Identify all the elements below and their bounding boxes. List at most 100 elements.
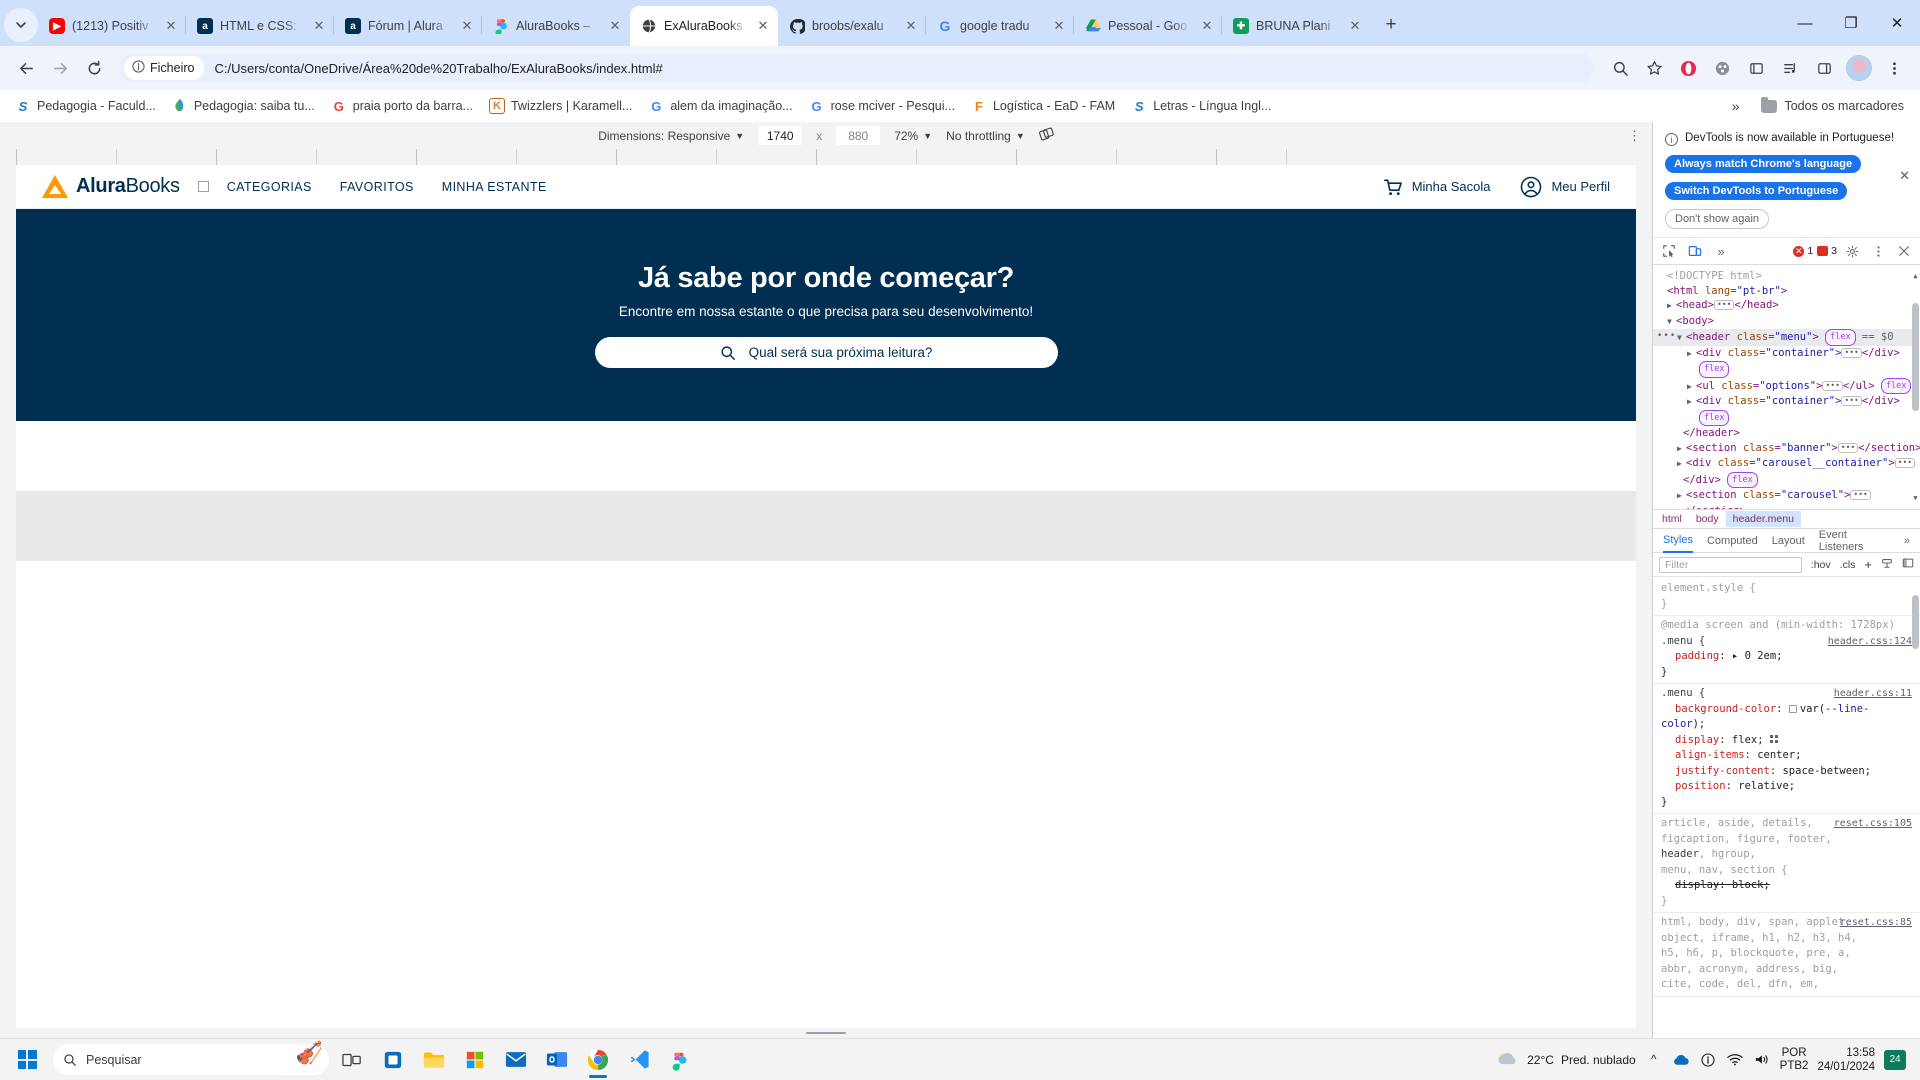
- zoom-search-icon[interactable]: [1604, 52, 1636, 84]
- dom-tree[interactable]: <!DOCTYPE html> <html lang="pt-br"> ▶ <he…: [1653, 265, 1920, 509]
- tab-event-listeners[interactable]: Event Listeners: [1819, 529, 1890, 553]
- inspect-element-icon[interactable]: [1658, 241, 1680, 261]
- breadcrumb-body[interactable]: body: [1689, 511, 1726, 527]
- start-button[interactable]: [6, 1040, 48, 1080]
- tray-chevron-up-icon[interactable]: ^: [1645, 1054, 1663, 1066]
- collapse-triangle-icon[interactable]: ▼: [1667, 315, 1676, 330]
- collapsed-content-icon[interactable]: •••: [1841, 396, 1862, 406]
- nav-item-favoritos[interactable]: FAVORITOS: [340, 180, 414, 194]
- gear-icon[interactable]: [1841, 241, 1863, 261]
- new-style-rule-icon[interactable]: +: [1864, 557, 1872, 572]
- nav-item-minha-estante[interactable]: MINHA ESTANTE: [442, 180, 547, 194]
- bookmark-alem-imaginacao[interactable]: G alem da imaginação...: [641, 95, 799, 117]
- rotate-device-icon[interactable]: [1038, 126, 1054, 145]
- devtools-kebab-icon[interactable]: [1867, 241, 1889, 261]
- property-name[interactable]: align-items: [1661, 748, 1745, 764]
- avatar[interactable]: [1846, 55, 1872, 81]
- clock[interactable]: 13:58 24/01/2024: [1817, 1046, 1875, 1074]
- info-tray-icon[interactable]: [1699, 1052, 1717, 1067]
- tab-computed[interactable]: Computed: [1707, 529, 1758, 553]
- violin-icon[interactable]: 🎻: [296, 1040, 323, 1066]
- dom-scrollbar[interactable]: ▲ ▼: [1912, 269, 1919, 505]
- flex-badge[interactable]: flex: [1727, 471, 1758, 488]
- property-name[interactable]: background-color: [1661, 702, 1776, 718]
- dom-line[interactable]: ▶ <ul class="options"> ••• </ul> flex: [1653, 377, 1918, 395]
- dom-line[interactable]: ▶ <div class="container"> ••• </div>: [1653, 346, 1918, 362]
- viewport-resize-handle[interactable]: [0, 1028, 1652, 1038]
- viewport-height-input[interactable]: 880: [836, 126, 881, 145]
- tab-search-chevron-icon[interactable]: [4, 8, 38, 42]
- property-value[interactable]: ▸ 0 2em;: [1732, 650, 1783, 662]
- profile-link[interactable]: Meu Perfil: [1520, 176, 1610, 198]
- viewport-width-input[interactable]: 1740: [758, 126, 803, 145]
- error-count[interactable]: ✕ 1: [1793, 245, 1813, 257]
- styles-scrollbar-thumb[interactable]: [1912, 595, 1919, 649]
- warning-count[interactable]: 3: [1817, 245, 1837, 257]
- flex-badge[interactable]: flex: [1825, 329, 1856, 346]
- property-name[interactable]: display: [1661, 733, 1719, 749]
- bookmark-logistica-ead-fam[interactable]: F Logística - EaD - FAM: [964, 95, 1122, 117]
- flex-badge[interactable]: flex: [1880, 377, 1912, 394]
- breadcrumb-html[interactable]: html: [1655, 511, 1689, 527]
- property-value[interactable]: space-between;: [1782, 765, 1871, 777]
- tab-google-drive[interactable]: Pessoal - Goo ✕: [1074, 6, 1222, 46]
- rule-source-link[interactable]: reset.css:105: [1834, 816, 1912, 832]
- dom-line[interactable]: <!DOCTYPE html>: [1653, 269, 1918, 284]
- dom-line[interactable]: </div> flex: [1653, 471, 1918, 488]
- bookmark-pedagogia-saiba[interactable]: Pedagogia: saiba tu...: [165, 95, 322, 117]
- tab-html-css[interactable]: a HTML e CSS: ✕: [186, 6, 334, 46]
- tab-google-sheets[interactable]: ✚ BRUNA Plani ✕: [1222, 6, 1370, 46]
- dom-line[interactable]: <html lang="pt-br">: [1653, 284, 1918, 299]
- header-checkbox[interactable]: [197, 181, 209, 192]
- tab-close-icon[interactable]: ✕: [162, 17, 180, 35]
- property-value[interactable]: flex;: [1732, 734, 1764, 746]
- task-view-button[interactable]: [334, 1042, 370, 1078]
- banner-search-input[interactable]: Qual será sua próxima leitura?: [594, 337, 1058, 368]
- collapsed-content-icon[interactable]: •••: [1841, 347, 1862, 358]
- wifi-icon[interactable]: [1726, 1053, 1744, 1066]
- alurabooks-logo[interactable]: AluraBooks: [42, 175, 180, 198]
- expand-triangle-icon[interactable]: ▶: [1687, 347, 1696, 362]
- dom-row-menu-icon[interactable]: •••: [1657, 329, 1676, 344]
- tab-exalurabooks-active[interactable]: ExAluraBooks ✕: [630, 6, 778, 46]
- tab-layout[interactable]: Layout: [1772, 529, 1805, 553]
- volume-icon[interactable]: [1753, 1053, 1771, 1066]
- tab-figma-alurabooks[interactable]: AluraBooks – ✕: [482, 6, 630, 46]
- always-match-language-button[interactable]: Always match Chrome's language: [1665, 155, 1862, 173]
- tab-close-icon[interactable]: ✕: [1198, 17, 1216, 35]
- address-bar[interactable]: Ficheiro C:/Users/conta/OneDrive/Área%20…: [120, 53, 1594, 83]
- property-overridden[interactable]: display: block;: [1661, 878, 1770, 894]
- device-toolbar-toggle-icon[interactable]: [1684, 241, 1706, 261]
- taskbar-app-store[interactable]: [375, 1042, 411, 1078]
- expand-triangle-icon[interactable]: ▶: [1687, 380, 1696, 395]
- tab-close-icon[interactable]: ✕: [902, 17, 920, 35]
- expand-triangle-icon[interactable]: ▶: [1677, 457, 1686, 472]
- dom-line[interactable]: ▶ <div class="container"> ••• </div>: [1653, 394, 1918, 410]
- rule-source-link[interactable]: header.css:124: [1828, 634, 1912, 650]
- window-minimize-button[interactable]: —: [1782, 3, 1828, 43]
- taskbar-chrome[interactable]: [580, 1042, 616, 1078]
- dom-line[interactable]: ▶ <div class="carousel__container"> •••: [1653, 456, 1918, 472]
- style-rule-reset-block[interactable]: article, aside, details, figcaption, figu…: [1653, 814, 1920, 913]
- rule-source-link[interactable]: header.css:11: [1834, 686, 1912, 702]
- notice-close-icon[interactable]: ✕: [1899, 168, 1910, 184]
- forward-icon[interactable]: [44, 52, 76, 84]
- flex-badge[interactable]: flex: [1699, 409, 1730, 426]
- taskbar-figma[interactable]: [662, 1042, 698, 1078]
- hov-toggle[interactable]: :hov: [1811, 559, 1831, 571]
- flex-badge[interactable]: flex: [1699, 361, 1730, 378]
- dont-show-again-button[interactable]: Don't show again: [1665, 209, 1770, 229]
- dom-line-selected[interactable]: ••• ▼ <header class="menu"> flex == $0: [1653, 329, 1918, 346]
- dom-scrollbar-thumb[interactable]: [1912, 303, 1919, 411]
- dom-line[interactable]: ▼ <body>: [1653, 314, 1918, 330]
- tab-youtube[interactable]: ▶ (1213) Positiv ✕: [38, 6, 186, 46]
- taskbar-outlook[interactable]: [539, 1042, 575, 1078]
- taskbar-file-explorer[interactable]: [416, 1042, 452, 1078]
- collapsed-content-icon[interactable]: •••: [1713, 300, 1735, 310]
- styles-scrollbar[interactable]: [1912, 579, 1919, 1036]
- tab-close-icon[interactable]: ✕: [310, 17, 328, 35]
- property-name[interactable]: padding: [1661, 649, 1719, 665]
- bookmark-rose-mciver[interactable]: G rose mciver - Pesqui...: [802, 95, 962, 117]
- window-maximize-button[interactable]: ❐: [1828, 3, 1874, 43]
- property-name[interactable]: justify-content: [1661, 764, 1770, 780]
